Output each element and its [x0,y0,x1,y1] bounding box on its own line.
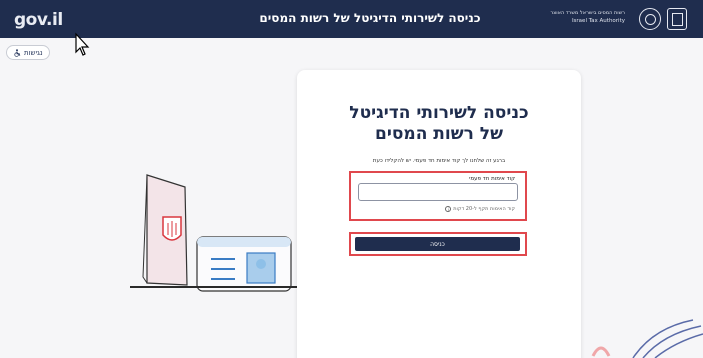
login-title-line2: של רשות המסים [375,124,503,144]
accessibility-label: נגישות [24,48,43,57]
wheelchair-icon [14,48,21,57]
login-title: כניסה לשירותי הדיגיטל של רשות המסים [297,103,581,145]
state-emblem-icon [667,8,687,30]
login-card: כניסה לשירותי הדיגיטל של רשות המסים ברגע… [297,70,581,358]
id-documents-illustration [142,174,292,292]
info-icon: i [445,206,452,212]
login-submit-button[interactable]: כניסה [355,237,520,251]
otp-field-group: קוד אימות חד פעמי קוד האימות תקף ל-20 דק… [349,171,527,221]
header-title: כניסה לשירותי הדיגיטל של רשות המסים [259,11,481,25]
authority-name-english: Israel Tax Authority [571,18,625,24]
otp-sent-message: ברגע זה שלחנו לך קוד אימות חד פעמי. יש ל… [372,158,506,164]
otp-validity-text: קוד האימות תקף ל-20 דקות [453,206,515,212]
illustration-ground-line [130,286,300,288]
login-title-line1: כניסה לשירותי הדיגיטל [349,103,529,123]
authority-name-hebrew: רשות המסים בישראל משרד האוצר [550,10,625,16]
accessibility-button[interactable]: נגישות [6,45,50,60]
otp-validity-hint: קוד האימות תקף ל-20 דקות i [445,206,515,212]
gov-il-logo[interactable]: gov.il [14,10,63,30]
submit-button-highlight: כניסה [349,232,527,256]
decorative-swirl-icon [591,319,703,358]
otp-input[interactable] [358,183,518,201]
otp-field-label: קוד אימות חד פעמי [469,176,515,182]
tax-authority-logo-icon[interactable] [639,8,661,30]
authority-name: רשות המסים בישראל משרד האוצר Israel Tax … [550,9,625,25]
top-header: gov.il כניסה לשירותי הדיגיטל של רשות המס… [0,0,703,38]
mouse-cursor-icon [75,32,90,56]
